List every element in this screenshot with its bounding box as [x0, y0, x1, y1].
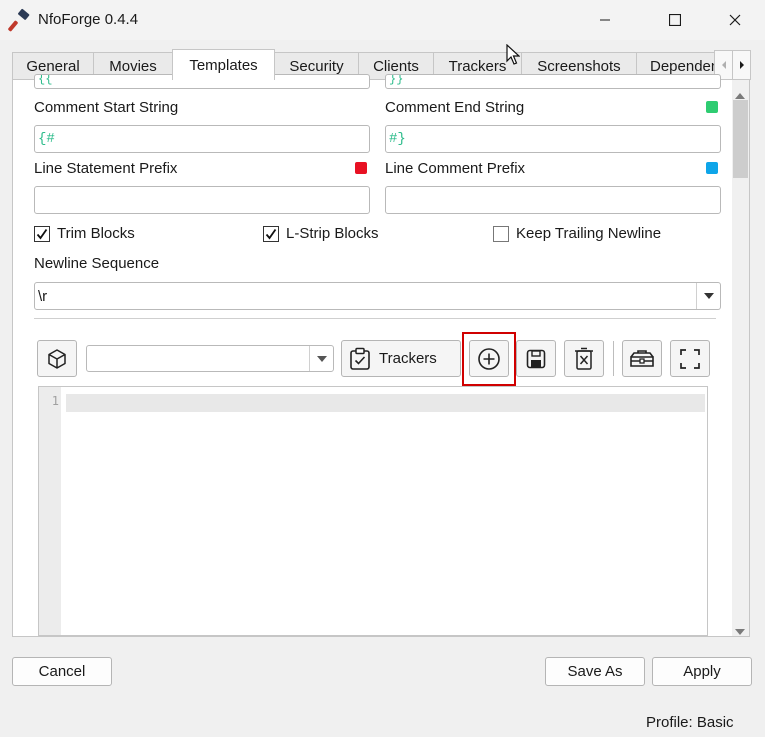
chevron-down-icon	[316, 355, 327, 362]
scroll-down-arrow[interactable]	[735, 622, 745, 639]
comment-start-label: Comment Start String	[34, 99, 179, 116]
checkmark-icon	[36, 228, 48, 240]
line-comment-input[interactable]	[385, 186, 721, 214]
template-editor[interactable]	[38, 386, 708, 636]
close-icon	[729, 14, 741, 26]
toolbar-separator	[613, 341, 614, 376]
trackers-button[interactable]: Trackers	[341, 340, 461, 377]
lstrip-blocks-checkbox[interactable]	[263, 226, 279, 242]
chevron-down-icon	[703, 293, 714, 299]
apply-button[interactable]: Apply	[652, 657, 752, 686]
line-comment-label: Line Comment Prefix	[385, 160, 526, 177]
delete-template-button[interactable]	[564, 340, 604, 377]
hammer-icon	[8, 8, 30, 32]
block-end-input[interactable]: }}	[385, 74, 721, 89]
comment-end-label: Comment End String	[385, 99, 525, 116]
save-icon	[526, 349, 546, 368]
save-template-button[interactable]	[516, 340, 556, 377]
trackers-button-label: Trackers	[379, 350, 437, 367]
scrollbar-thumb[interactable]	[733, 100, 748, 178]
current-line-highlight	[66, 394, 705, 412]
fullscreen-icon	[680, 348, 700, 369]
add-template-button[interactable]	[469, 340, 509, 377]
cube-icon	[48, 348, 66, 369]
template-select[interactable]	[86, 345, 334, 372]
line-number-gutter	[39, 387, 61, 635]
window-title: NfoForge 0.4.4	[38, 11, 139, 28]
keep-trailing-newline-label: Keep Trailing Newline	[516, 225, 662, 242]
chevron-left-icon	[721, 61, 726, 69]
separator	[34, 318, 716, 319]
mouse-cursor-icon	[506, 44, 520, 65]
tab-scroll-right[interactable]	[732, 50, 751, 80]
comment-end-input[interactable]: #}	[385, 125, 721, 153]
maximize-button[interactable]	[652, 0, 698, 40]
clipboard-check-icon	[350, 347, 370, 370]
comment-start-input[interactable]: {#	[34, 125, 370, 153]
line-number: 1	[51, 394, 59, 408]
dropdown-arrow	[696, 283, 720, 309]
dropdown-arrow	[309, 346, 333, 371]
tab-templates[interactable]: Templates	[172, 49, 275, 80]
plus-circle-icon	[478, 347, 500, 370]
block-end-value: }}	[389, 74, 404, 86]
template-select-value	[87, 346, 309, 371]
line-statement-label: Line Statement Prefix	[34, 160, 178, 177]
profile-status: Profile: Basic	[646, 714, 734, 731]
minimize-button[interactable]	[582, 0, 628, 40]
line-comment-color-swatch[interactable]	[706, 162, 718, 174]
trim-blocks-label: Trim Blocks	[57, 225, 135, 242]
cancel-button[interactable]: Cancel	[12, 657, 112, 686]
checkmark-icon	[265, 228, 277, 240]
template-type-button[interactable]	[37, 340, 77, 377]
newline-sequence-value: \r	[38, 287, 48, 305]
fullscreen-button[interactable]	[670, 340, 710, 377]
chevron-down-icon	[735, 629, 745, 635]
newline-sequence-select[interactable]: \r	[34, 282, 721, 310]
comment-color-swatch[interactable]	[706, 101, 718, 113]
line-statement-color-swatch[interactable]	[355, 162, 367, 174]
maximize-icon	[669, 14, 681, 26]
trim-blocks-checkbox[interactable]	[34, 226, 50, 242]
save-as-button[interactable]: Save As	[545, 657, 645, 686]
minimize-icon	[600, 19, 610, 21]
newline-sequence-label: Newline Sequence	[34, 255, 160, 272]
lstrip-blocks-label: L-Strip Blocks	[286, 225, 379, 242]
toolbox-icon	[630, 349, 654, 367]
close-button[interactable]	[712, 0, 758, 40]
block-start-value: {{	[38, 74, 53, 86]
chevron-right-icon	[739, 61, 744, 69]
line-statement-input[interactable]	[34, 186, 370, 214]
sandbox-button[interactable]	[622, 340, 662, 377]
delete-icon	[575, 347, 593, 370]
keep-trailing-newline-checkbox[interactable]	[493, 226, 509, 242]
chevron-up-icon	[735, 93, 745, 99]
